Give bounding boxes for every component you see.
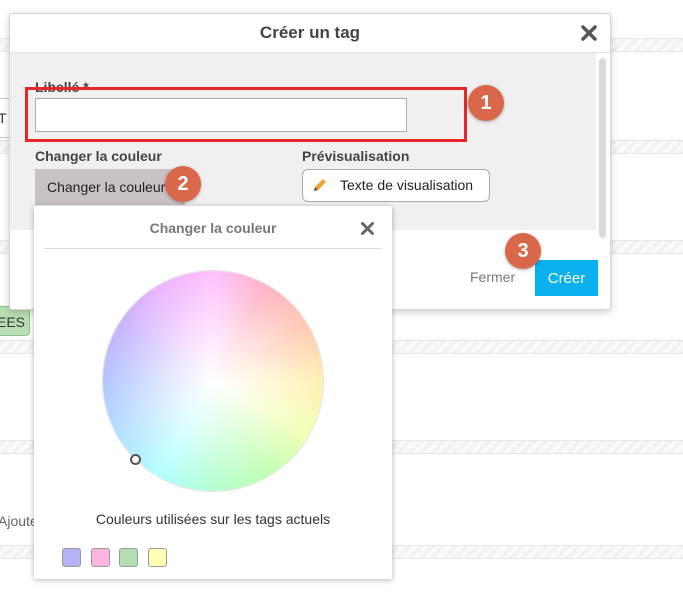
close-icon[interactable] <box>580 24 598 42</box>
modal-scrollbar[interactable] <box>599 58 606 238</box>
color-picker-popup: Changer la couleur Couleurs utilisées su… <box>34 206 392 579</box>
preview-tag-text: Texte de visualisation <box>340 177 474 193</box>
color-swatch[interactable] <box>148 548 167 567</box>
background-tag[interactable]: EES <box>0 306 30 336</box>
pencil-icon <box>314 179 326 191</box>
change-color-button[interactable]: Changer la couleur <box>35 169 185 205</box>
modal-header: Créer un tag <box>10 14 610 53</box>
color-swatch[interactable] <box>91 548 110 567</box>
color-wheel-cursor[interactable] <box>130 454 141 465</box>
background-text: Ajoute <box>0 513 38 529</box>
picker-divider <box>44 248 382 249</box>
create-button[interactable]: Créer <box>535 260 598 296</box>
preview-label: Prévisualisation <box>302 148 410 164</box>
close-icon[interactable] <box>360 221 375 236</box>
change-color-label: Changer la couleur <box>35 148 162 164</box>
step-badge-2: 2 <box>165 166 201 202</box>
color-swatch[interactable] <box>119 548 138 567</box>
used-colors-caption: Couleurs utilisées sur les tags actuels <box>95 511 331 527</box>
picker-title: Changer la couleur <box>149 220 277 236</box>
modal-title: Créer un tag <box>259 23 361 42</box>
step-badge-1: 1 <box>468 85 504 121</box>
preview-tag: Texte de visualisation <box>302 169 490 202</box>
color-swatch[interactable] <box>62 548 81 567</box>
step-badge-3: 3 <box>505 233 541 269</box>
highlight-box <box>25 87 467 142</box>
close-button[interactable]: Fermer <box>470 269 515 285</box>
